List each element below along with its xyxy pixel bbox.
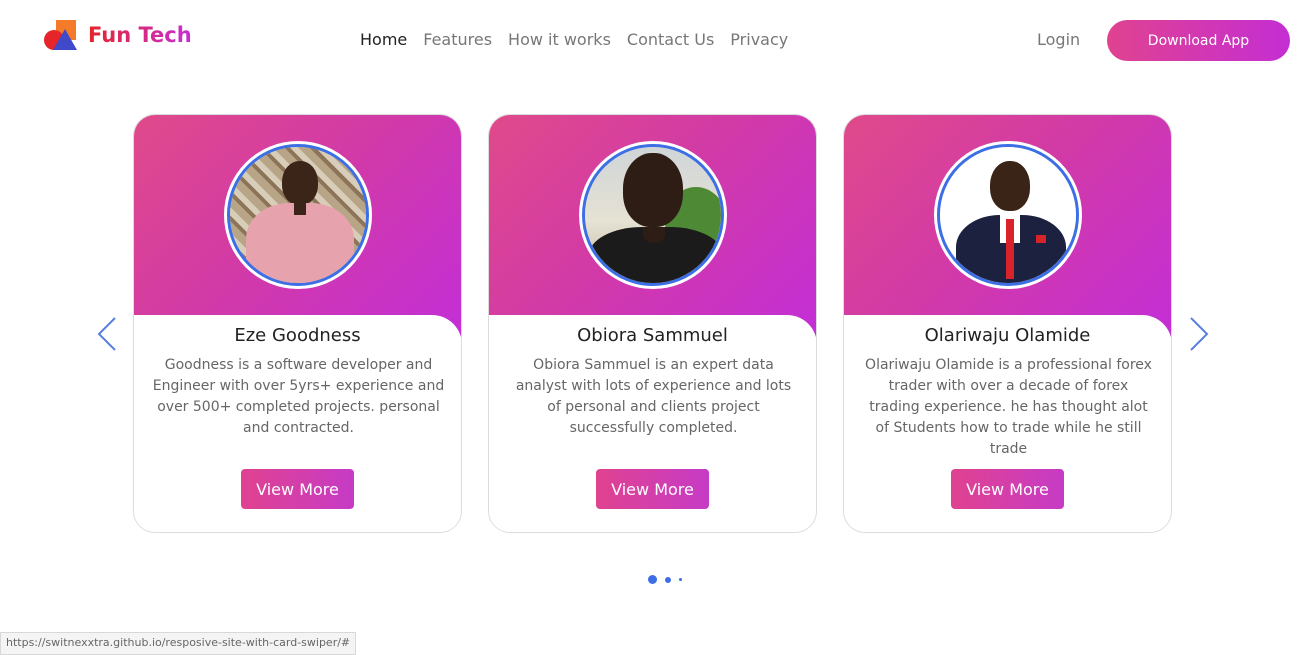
profile-photo	[582, 144, 724, 286]
view-more-button[interactable]: View More	[596, 469, 709, 509]
download-app-button[interactable]: Download App	[1107, 20, 1290, 61]
pagination-dot[interactable]	[679, 578, 682, 581]
carousel-pagination	[648, 575, 690, 584]
logo-mark-icon	[44, 18, 80, 52]
profile-description: Obiora Sammuel is an expert data analyst…	[515, 357, 792, 436]
carousel-next-button[interactable]	[1188, 316, 1210, 352]
profile-card: Eze Goodness Goodness is a software deve…	[133, 114, 462, 533]
nav-contact-us[interactable]: Contact Us	[627, 30, 714, 49]
profile-name: Eze Goodness	[234, 325, 361, 346]
profile-description: Olariwaju Olamide is a professional fore…	[865, 357, 1152, 457]
nav-features[interactable]: Features	[423, 30, 492, 49]
avatar	[934, 141, 1082, 289]
brand-logo[interactable]: Fun Tech	[44, 18, 192, 52]
chevron-left-icon	[97, 317, 116, 351]
pagination-dot[interactable]	[665, 576, 671, 583]
avatar	[224, 141, 372, 289]
avatar	[579, 141, 727, 289]
brand-name: Fun Tech	[88, 23, 192, 47]
pagination-dot-active[interactable]	[648, 575, 657, 584]
login-link[interactable]: Login	[1037, 30, 1080, 49]
profile-card: Olariwaju Olamide Olariwaju Olamide is a…	[843, 114, 1172, 533]
view-more-button[interactable]: View More	[951, 469, 1064, 509]
nav-how-it-works[interactable]: How it works	[508, 30, 611, 49]
profile-name: Olariwaju Olamide	[924, 325, 1091, 346]
profile-photo	[227, 144, 369, 286]
profile-photo	[937, 144, 1079, 286]
link-status-bar: https://switnexxtra.github.io/resposive-…	[0, 632, 357, 655]
carousel-prev-button[interactable]	[96, 316, 118, 352]
nav-privacy[interactable]: Privacy	[730, 30, 788, 49]
chevron-right-icon	[1190, 317, 1209, 351]
profile-name: Obiora Sammuel	[577, 325, 728, 346]
profile-description: Goodness is a software developer and Eng…	[152, 357, 445, 436]
main-nav: Home Features How it works Contact Us Pr…	[360, 30, 804, 49]
view-more-button[interactable]: View More	[241, 469, 354, 509]
profile-card: Obiora Sammuel Obiora Sammuel is an expe…	[488, 114, 817, 533]
nav-home[interactable]: Home	[360, 30, 407, 49]
